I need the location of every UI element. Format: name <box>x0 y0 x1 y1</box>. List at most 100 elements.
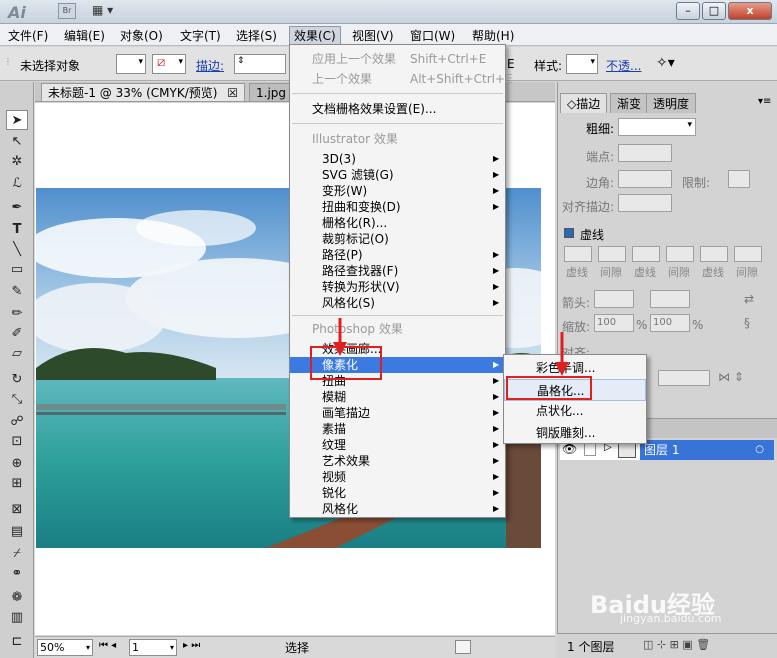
gap-field-2[interactable] <box>666 246 694 262</box>
tab-untitled-1[interactable]: 未标题-1 @ 33% (CMYK/预览) ☒ <box>41 83 246 101</box>
column-graph-tool-icon[interactable]: ▥ <box>6 608 28 628</box>
align-stroke-buttons[interactable] <box>618 194 672 212</box>
menu-item-apply-last-effect[interactable]: 应用上一个效果 Shift+Ctrl+E <box>290 51 505 67</box>
horizontal-scrollbar-thumb[interactable] <box>455 640 471 654</box>
menu-item-path[interactable]: 路径(P) ▶ <box>290 247 505 263</box>
page-field[interactable]: 1 ▾ <box>129 639 177 656</box>
blend-tool-icon[interactable]: ⚭ <box>6 564 28 584</box>
type-tool-icon[interactable]: T <box>6 220 28 240</box>
direct-selection-tool-icon[interactable]: ↖ <box>6 132 28 152</box>
gap-field-1[interactable] <box>598 246 626 262</box>
profile-select[interactable] <box>658 370 710 386</box>
limit-field[interactable] <box>728 170 750 188</box>
visibility-eye-icon[interactable]: 👁 <box>562 442 577 456</box>
menu-item-sketch[interactable]: 素描 ▶ <box>290 421 505 437</box>
menu-item-convert-to-shape[interactable]: 转换为形状(V) ▶ <box>290 279 505 295</box>
tab-transparency[interactable]: 透明度 <box>646 93 697 113</box>
dash-field-3[interactable] <box>700 246 728 262</box>
menu-type[interactable]: 文字(T) <box>180 27 221 44</box>
menu-item-blur[interactable]: 模糊 ▶ <box>290 389 505 405</box>
menu-item-pathfinder[interactable]: 路径查找器(F) ▶ <box>290 263 505 279</box>
eyedropper-tool-icon[interactable]: ⌿ <box>6 544 28 564</box>
scale-end-field[interactable]: 100 <box>650 314 690 332</box>
panel-menu-icon[interactable]: ▾≡ <box>758 96 771 107</box>
menu-item-stylize-illustrator[interactable]: 风格化(S) ▶ <box>290 295 505 311</box>
submenu-item-pointillize[interactable]: 点状化... <box>504 400 646 422</box>
menu-select[interactable]: 选择(S) <box>236 27 277 44</box>
cap-buttons[interactable] <box>618 144 672 162</box>
menu-item-sharpen[interactable]: 锐化 ▶ <box>290 485 505 501</box>
menu-item-warp[interactable]: 变形(W) ▶ <box>290 183 505 199</box>
recolor-icon[interactable]: ✧▾ <box>656 55 675 71</box>
tab-gradient[interactable]: 渐变 <box>610 93 649 113</box>
arrange-documents-button[interactable]: ▦ ▾ <box>92 3 122 19</box>
swap-arrowheads-icon[interactable]: ⇄ <box>744 292 754 306</box>
menu-edit[interactable]: 编辑(E) <box>64 27 105 44</box>
selection-tool-icon[interactable]: ➤ <box>6 110 28 130</box>
scale-tool-icon[interactable]: ⤡ <box>6 390 28 410</box>
flip-profile-icons[interactable]: ⋈ ⇕ <box>718 370 744 384</box>
fill-swatch[interactable]: ▾ <box>116 54 146 74</box>
rectangle-tool-icon[interactable]: ▭ <box>6 260 28 280</box>
page-nav-next-icons[interactable]: ▸ ⏭ <box>183 640 200 651</box>
pen-tool-icon[interactable]: ✒ <box>6 198 28 218</box>
corner-buttons[interactable] <box>618 170 672 188</box>
menu-item-last-effect[interactable]: 上一个效果 Alt+Shift+Ctrl+E <box>290 71 513 87</box>
dashed-line-checkbox[interactable] <box>564 228 574 238</box>
layer-name[interactable]: 图层 1 ○ <box>640 440 774 460</box>
minimize-button[interactable]: – <box>676 2 700 20</box>
arrowhead-start-select[interactable] <box>594 290 634 308</box>
stroke-label[interactable]: 描边: <box>196 57 224 74</box>
line-tool-icon[interactable]: ╲ <box>6 240 28 260</box>
maximize-button[interactable]: □ <box>702 2 726 20</box>
perspective-grid-tool-icon[interactable]: ⊞ <box>6 474 28 494</box>
menu-item-rasterize[interactable]: 栅格化(R)... <box>290 215 505 231</box>
scale-start-field[interactable]: 100 <box>594 314 634 332</box>
menu-item-artistic[interactable]: 艺术效果 ▶ <box>290 453 505 469</box>
opacity-link[interactable]: 不透... <box>606 57 641 74</box>
menu-help[interactable]: 帮助(H) <box>472 27 514 44</box>
pencil-tool-icon[interactable]: ✏ <box>6 304 28 324</box>
close-button[interactable]: x <box>728 2 772 20</box>
rotate-tool-icon[interactable]: ↻ <box>6 370 28 390</box>
free-transform-tool-icon[interactable]: ⊡ <box>6 432 28 452</box>
layer-action-icons[interactable]: ◫ ⊹ ⊞ ▣ 🗑 <box>643 638 710 651</box>
dash-field-1[interactable] <box>564 246 592 262</box>
dash-field-2[interactable] <box>632 246 660 262</box>
magic-wand-tool-icon[interactable]: ✲ <box>6 152 28 172</box>
menu-item-svg-filters[interactable]: SVG 滤镜(G) ▶ <box>290 167 505 183</box>
lock-toggle[interactable] <box>584 442 596 456</box>
gap-field-3[interactable] <box>734 246 762 262</box>
menu-object[interactable]: 对象(O) <box>120 27 163 44</box>
arrowhead-end-select[interactable] <box>650 290 690 308</box>
menu-item-3d[interactable]: 3D(3) ▶ <box>290 151 505 167</box>
page-nav-icons[interactable]: ⏮ ◂ <box>99 640 116 651</box>
shape-builder-tool-icon[interactable]: ⊕ <box>6 454 28 474</box>
style-swatch[interactable]: ▾ <box>566 54 598 74</box>
symbol-sprayer-tool-icon[interactable]: ❁ <box>6 588 28 608</box>
tab-close-icon[interactable]: ☒ <box>227 86 238 100</box>
submenu-item-mezzotint[interactable]: 铜版雕刻... <box>504 422 646 444</box>
bridge-button[interactable]: Br <box>58 3 76 19</box>
mesh-tool-icon[interactable]: ⊠ <box>6 500 28 520</box>
menu-item-stylize-photoshop[interactable]: 风格化 ▶ <box>290 501 505 517</box>
artboard-tool-icon[interactable]: ⊏ <box>6 632 28 652</box>
menu-file[interactable]: 文件(F) <box>8 27 48 44</box>
menu-item-video[interactable]: 视频 ▶ <box>290 469 505 485</box>
stroke-weight-field[interactable]: ⇕ <box>234 54 286 74</box>
target-icon[interactable]: ○ <box>755 440 764 460</box>
weight-field[interactable]: ▾ <box>618 118 696 136</box>
menu-view[interactable]: 视图(V) <box>352 27 394 44</box>
menu-item-brush-strokes[interactable]: 画笔描边 ▶ <box>290 405 505 421</box>
paintbrush-tool-icon[interactable]: ✎ <box>6 282 28 302</box>
menu-item-raster-settings[interactable]: 文档栅格效果设置(E)... <box>290 101 505 117</box>
eraser-tool-icon[interactable]: ▱ <box>6 344 28 364</box>
menu-item-crop-marks[interactable]: 裁剪标记(O) <box>290 231 505 247</box>
menu-effect[interactable]: 效果(C) <box>289 26 341 45</box>
lasso-tool-icon[interactable]: ℒ <box>6 174 28 194</box>
blob-brush-tool-icon[interactable]: ✐ <box>6 324 28 344</box>
warp-tool-icon[interactable]: ☍ <box>6 412 28 432</box>
zoom-field[interactable]: 50% ▾ <box>37 639 93 656</box>
menu-window[interactable]: 窗口(W) <box>410 27 455 44</box>
menu-item-distort-transform[interactable]: 扭曲和变换(D) ▶ <box>290 199 505 215</box>
